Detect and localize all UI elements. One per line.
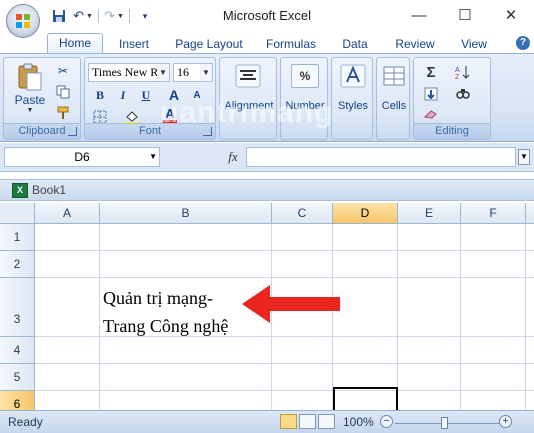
column-header-b[interactable]: B <box>100 203 272 224</box>
tab-home[interactable]: Home <box>47 33 103 55</box>
sort-filter-icon[interactable]: AZ <box>452 62 474 82</box>
gridline <box>397 224 398 410</box>
watermark: uantrimang <box>160 96 334 129</box>
font-size-combo[interactable]: 16 ▼ <box>173 63 213 82</box>
tab-page-layout[interactable]: Page Layout <box>170 35 248 54</box>
tab-view[interactable]: View <box>452 35 496 54</box>
alignment-icon[interactable] <box>226 64 270 91</box>
clipboard-launcher-icon[interactable] <box>68 127 77 136</box>
font-size-dropdown-icon[interactable]: ▼ <box>200 64 212 81</box>
name-box[interactable]: D6 ▼ <box>4 147 160 167</box>
page-layout-view-icon[interactable] <box>299 414 316 429</box>
column-header-e[interactable]: E <box>398 203 461 224</box>
row-header-1[interactable]: 1 <box>0 224 35 251</box>
expand-formula-bar-icon[interactable]: ▼ <box>518 149 530 165</box>
find-select-icon[interactable] <box>452 84 474 104</box>
excel-workbook-icon: X <box>12 183 28 198</box>
column-header-f[interactable]: F <box>461 203 526 224</box>
column-header-d[interactable]: D <box>333 203 398 224</box>
formula-bar: D6 ▼ fx ▼ <box>0 143 534 172</box>
paste-label: Paste <box>14 93 46 107</box>
cut-icon[interactable]: ✂ <box>52 61 74 81</box>
name-box-value: D6 <box>74 150 90 164</box>
editing-group: Σ AZ Editing <box>413 57 491 140</box>
ribbon-tabs: Home Insert Page Layout Formulas Data Re… <box>0 32 534 55</box>
copy-icon[interactable] <box>52 82 74 102</box>
clear-icon[interactable] <box>420 104 442 124</box>
insert-function-button[interactable]: fx <box>222 147 244 167</box>
status-bar: Ready 100% − + <box>0 410 534 433</box>
row-header-6[interactable]: 6 <box>0 391 35 410</box>
cell-b3[interactable]: Quản trị mạng- Trang Công nghệ <box>103 284 228 340</box>
italic-button[interactable]: I <box>112 85 134 105</box>
row-header-4[interactable]: 4 <box>0 337 35 364</box>
font-name-dropdown-icon[interactable]: ▼ <box>157 64 169 81</box>
cells-label[interactable]: Cells <box>377 100 411 112</box>
page-break-view-icon[interactable] <box>318 414 335 429</box>
cell-b3-line-2: Trang Công nghệ <box>103 316 229 336</box>
name-box-dropdown-icon[interactable]: ▼ <box>149 148 157 166</box>
cells-icon[interactable] <box>380 64 408 91</box>
normal-view-icon[interactable] <box>280 414 297 429</box>
view-buttons <box>280 414 335 429</box>
gridline <box>35 363 534 364</box>
gridline <box>35 250 534 251</box>
zoom-out-button[interactable]: − <box>380 415 393 428</box>
styles-group: Styles <box>331 57 373 140</box>
office-logo-icon <box>16 14 30 28</box>
editing-group-label: Editing <box>414 123 490 139</box>
status-ready: Ready <box>8 415 43 429</box>
cells-group: Cells <box>376 57 410 140</box>
styles-label[interactable]: Styles <box>332 100 374 112</box>
close-button[interactable]: ✕ <box>488 0 534 30</box>
zoom-slider-thumb[interactable] <box>441 417 448 429</box>
format-painter-icon[interactable] <box>52 103 74 123</box>
worksheet-grid[interactable]: A B C D E F 1 2 3 4 5 6 Quản trị mạng- T… <box>0 203 534 410</box>
paste-icon <box>18 63 42 91</box>
row-header-5[interactable]: 5 <box>0 364 35 391</box>
tab-review[interactable]: Review <box>390 35 440 54</box>
tab-insert[interactable]: Insert <box>110 35 158 54</box>
help-icon[interactable]: ? <box>516 36 530 50</box>
title-bar: ↶ ▼ ↷ ▼ ▾ Microsoft Excel — ☐ ✕ <box>0 0 534 38</box>
active-cell-d6[interactable] <box>333 387 398 410</box>
bold-button[interactable]: B <box>89 85 111 105</box>
formula-input[interactable] <box>246 147 516 167</box>
column-header-a[interactable]: A <box>35 203 100 224</box>
clipboard-group: Paste ▼ ✂ Clipboard <box>3 57 81 140</box>
gridline <box>460 224 461 410</box>
column-header-g[interactable] <box>526 203 534 224</box>
minimize-button[interactable]: — <box>396 0 442 30</box>
zoom-level[interactable]: 100% <box>343 415 374 429</box>
autosum-button[interactable]: Σ <box>420 62 442 82</box>
number-format-icon[interactable]: % <box>291 64 319 88</box>
styles-icon[interactable] <box>339 64 367 91</box>
paste-button[interactable]: Paste ▼ <box>8 62 52 120</box>
svg-text:A: A <box>455 67 460 74</box>
zoom-in-button[interactable]: + <box>499 415 512 428</box>
font-size-value: 16 <box>177 65 189 79</box>
font-name-combo[interactable]: Times New Ro ▼ <box>88 63 170 82</box>
gridline <box>35 390 534 391</box>
font-name-value: Times New Ro <box>92 65 165 79</box>
workbook-titlebar: X Book1 <box>0 179 534 201</box>
fill-icon[interactable] <box>420 84 442 104</box>
underline-button[interactable]: U <box>135 85 157 105</box>
svg-text:Z: Z <box>455 74 460 79</box>
red-arrow-icon <box>242 285 340 323</box>
gridline <box>525 224 526 410</box>
cell-b3-line-1: Quản trị mạng- <box>103 288 213 308</box>
column-header-c[interactable]: C <box>272 203 333 224</box>
row-header-3[interactable]: 3 <box>0 278 35 337</box>
row-header-2[interactable]: 2 <box>0 251 35 278</box>
window-controls: — ☐ ✕ <box>396 0 534 30</box>
maximize-button[interactable]: ☐ <box>442 0 488 30</box>
office-button[interactable] <box>6 4 40 38</box>
tab-data[interactable]: Data <box>335 35 375 54</box>
gridline <box>35 277 534 278</box>
gridline <box>99 224 100 410</box>
tab-formulas[interactable]: Formulas <box>262 35 320 54</box>
workbook-name: Book1 <box>32 183 67 197</box>
select-all-corner[interactable] <box>0 203 35 224</box>
